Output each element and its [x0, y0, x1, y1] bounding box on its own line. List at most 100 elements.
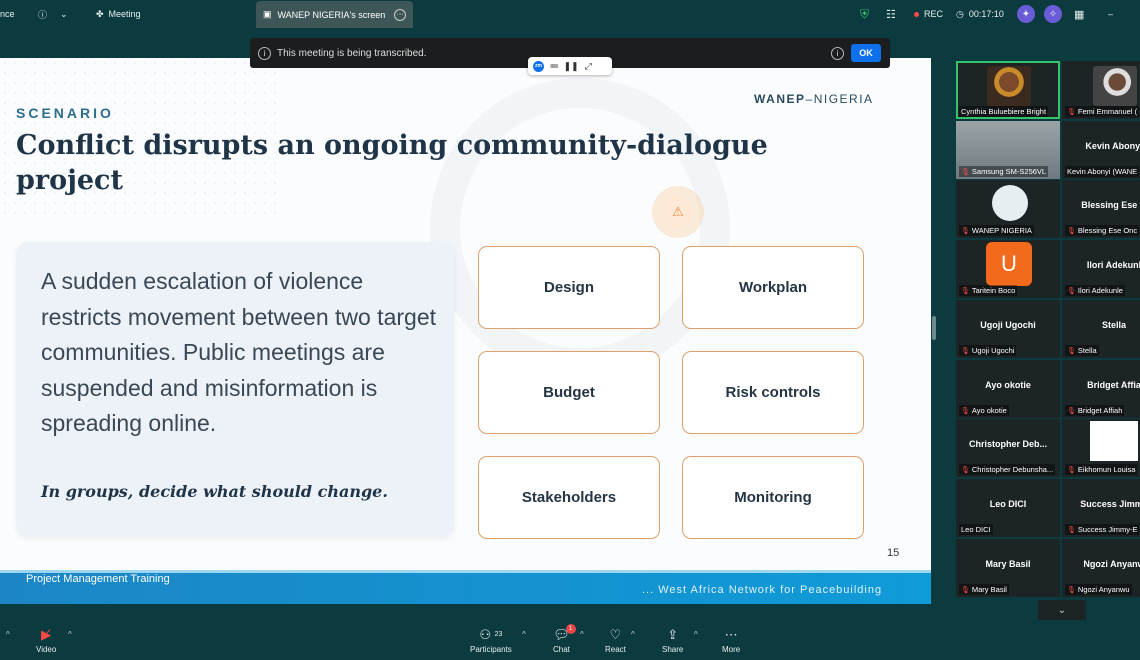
more-button[interactable]: ⋯ More — [722, 628, 740, 655]
participant-name: Mary Basil — [985, 558, 1031, 569]
ai-companion-button[interactable]: ✦ — [1017, 0, 1035, 28]
participant-label-text: Kevin Abonyi (WANE — [1067, 166, 1138, 176]
layout-icon[interactable]: ▦ — [1074, 0, 1084, 28]
scenario-card: A sudden escalation of violence restrict… — [16, 242, 454, 537]
meeting-timer: ◷ 00:17:10 — [956, 0, 1004, 28]
chat-options-caret[interactable]: ^ — [580, 630, 584, 639]
participant-tile[interactable]: U 🎙︎ Taritein Boco — [956, 240, 1060, 299]
ok-button[interactable]: OK — [851, 44, 881, 62]
apps-button[interactable]: ✧ — [1044, 0, 1062, 28]
participant-tile[interactable]: Kevin Abonyi Kevin Abonyi (WANE — [1062, 120, 1140, 179]
option-workplan: Workplan — [682, 246, 864, 329]
recording-indicator[interactable]: REC — [914, 0, 943, 28]
muted-mic-icon: 🎙︎ — [1067, 228, 1076, 236]
participant-label-text: Ugoji Ugochi — [971, 345, 1015, 355]
participant-label-text: Christopher Debunsha... — [971, 465, 1054, 475]
participant-tile[interactable]: Mary Basil 🎙︎ Mary Basil — [956, 538, 1060, 597]
more-options-icon[interactable]: ··· — [394, 8, 406, 21]
participant-tile[interactable]: Ilori Adekunl 🎙︎ Ilori Adekunle — [1062, 240, 1140, 299]
option-budget: Budget — [478, 351, 660, 434]
slide-footer: Project Management Training ... West Afr… — [0, 573, 931, 604]
chat-button[interactable]: 💬︎ 1 Chat — [553, 624, 576, 654]
info-dropdown[interactable]: ⓘ ⌄ — [38, 0, 68, 28]
participant-tile[interactable]: Ngozi Anyanw 🎙︎ Ngozi Anyanwu — [1062, 538, 1140, 597]
participant-label: 🎙︎ Stella — [1065, 344, 1099, 356]
participants-button[interactable]: ⚇ 23 Participants — [470, 627, 512, 655]
footer-left-text: Project Management Training — [26, 573, 170, 585]
participants-options-caret[interactable]: ^ — [522, 630, 526, 639]
meeting-menu[interactable]: ✤ Meeting — [96, 0, 141, 28]
participant-label-text: Taritein Boco — [971, 286, 1016, 296]
participant-label: 🎙︎ Ugoji Ugochi — [959, 344, 1017, 356]
notes-icon[interactable]: ☷ — [886, 0, 896, 28]
participant-tile[interactable]: 🎙︎ Femi Emmanuel ( — [1062, 61, 1140, 119]
banner-info-icon[interactable]: i — [831, 47, 844, 60]
muted-mic-icon: 🎙︎ — [961, 347, 970, 355]
participant-label-text: Femi Emmanuel ( — [1077, 107, 1138, 116]
react-button[interactable]: ♡ React — [605, 628, 626, 655]
participant-label: 🎙︎ Blessing Ese Onc — [1065, 225, 1140, 237]
audio-options-caret[interactable]: ^ — [6, 630, 10, 639]
pause-icon[interactable]: ❚❚ — [564, 61, 579, 72]
participant-video — [987, 66, 1031, 106]
participant-tile[interactable]: 🎙︎ WANEP NIGERIA — [956, 180, 1060, 239]
muted-mic-icon: 🎙︎ — [961, 467, 970, 475]
screen-share-icon: ▣ — [263, 9, 272, 19]
participant-label: 🎙︎ Samsung SM-S256VL — [959, 165, 1049, 177]
meeting-toolbar: ^ ▶̸ Video ^ ⚇ 23 Participants ^ 💬︎ 1 Cha… — [0, 620, 1140, 660]
gallery-expand-button[interactable]: ⌄ — [1038, 600, 1086, 620]
participant-label-text: Bridget Affiah — [1077, 405, 1123, 415]
react-options-caret[interactable]: ^ — [631, 630, 635, 639]
share-control-bar[interactable]: zm ıııııııı ❚❚ ⤢ — [528, 57, 612, 75]
participant-label-text: WANEP NIGERIA — [971, 226, 1032, 236]
muted-mic-icon: 🎙︎ — [961, 168, 970, 176]
participant-label: 🎙︎ Eikhomun Louisa — [1065, 464, 1138, 476]
participant-tile[interactable]: Christopher Deb... 🎙︎ Christopher Debunsha… — [956, 419, 1060, 478]
app-title-fragment: nce — [0, 9, 15, 19]
participant-name: Ilori Adekunl — [1086, 260, 1140, 271]
shared-screen-tab[interactable]: ▣ WANEP NIGERIA's screen ··· — [256, 1, 413, 28]
share-screen-icon: ⇪ — [667, 627, 679, 642]
participant-label-text: Leo DICI — [961, 524, 991, 534]
participant-label: 🎙︎ Bridget Affiah — [1065, 404, 1125, 416]
audio-wave-icon: ıııııııı — [550, 62, 559, 70]
expand-icon[interactable]: ⤢ — [585, 61, 592, 72]
participant-label-text: Success Jimmy-E — [1077, 524, 1138, 534]
option-monitoring: Monitoring — [682, 456, 864, 539]
participant-tile[interactable]: Ugoji Ugochi 🎙︎ Ugoji Ugochi — [956, 299, 1060, 358]
clock-icon: ◷ — [956, 8, 964, 19]
muted-mic-icon: 🎙︎ — [1067, 109, 1076, 116]
participant-tile[interactable]: 🎙︎ Samsung SM-S256VL — [956, 120, 1060, 179]
participant-tile[interactable]: Blessing Ese O 🎙︎Blessing Ese Onc — [1062, 180, 1140, 239]
participant-tile[interactable]: Leo DICI Leo DICI — [956, 478, 1060, 537]
participant-name: Bridget Affia — [1087, 379, 1140, 390]
participant-tile[interactable]: Success Jimmy 🎙︎Success Jimmy-E — [1062, 478, 1140, 537]
share-button[interactable]: ⇪ Share — [662, 627, 683, 655]
panel-resize-handle[interactable] — [932, 316, 936, 340]
muted-mic-icon: 🎙︎ — [1067, 467, 1076, 475]
participant-label-text: Cynthia Buluebiere Bright — [961, 107, 1047, 116]
participant-label: 🎙︎ Success Jimmy-E — [1065, 523, 1140, 535]
video-button[interactable]: ▶̸ Video — [36, 628, 56, 655]
muted-mic-icon: 🎙︎ — [961, 228, 970, 236]
rec-dot-icon — [914, 11, 919, 17]
avatar-initial: U — [986, 242, 1032, 287]
minimize-icon[interactable]: – — [1108, 0, 1113, 28]
participant-tile[interactable]: 🎙︎ Eikhomun Louisa — [1062, 419, 1140, 478]
participant-tile[interactable]: Cynthia Buluebiere Bright — [956, 61, 1060, 119]
participant-label: Kevin Abonyi (WANE — [1065, 165, 1140, 177]
screen-tab-label: WANEP NIGERIA's screen — [277, 9, 386, 20]
participants-icon: ⚇ 23 — [479, 627, 503, 642]
participant-tile[interactable]: Ayo okotie 🎙︎ Ayo okotie — [956, 359, 1060, 418]
participant-tile[interactable]: Stella 🎙︎ Stella — [1062, 299, 1140, 358]
info-icon: i — [258, 46, 271, 60]
participant-name: Leo DICI — [989, 498, 1027, 509]
share-options-caret[interactable]: ^ — [694, 630, 698, 639]
star-icon: ✧ — [1044, 5, 1062, 23]
participant-tile[interactable]: Bridget Affia 🎙︎ Bridget Affiah — [1062, 359, 1140, 418]
security-shield-icon[interactable]: ⛨ — [860, 0, 869, 28]
video-options-caret[interactable]: ^ — [68, 630, 72, 639]
participant-label-text: Samsung SM-S256VL — [971, 166, 1047, 176]
option-risk-controls: Risk controls — [682, 351, 864, 434]
participant-label: 🎙︎ WANEP NIGERIA — [959, 225, 1034, 237]
